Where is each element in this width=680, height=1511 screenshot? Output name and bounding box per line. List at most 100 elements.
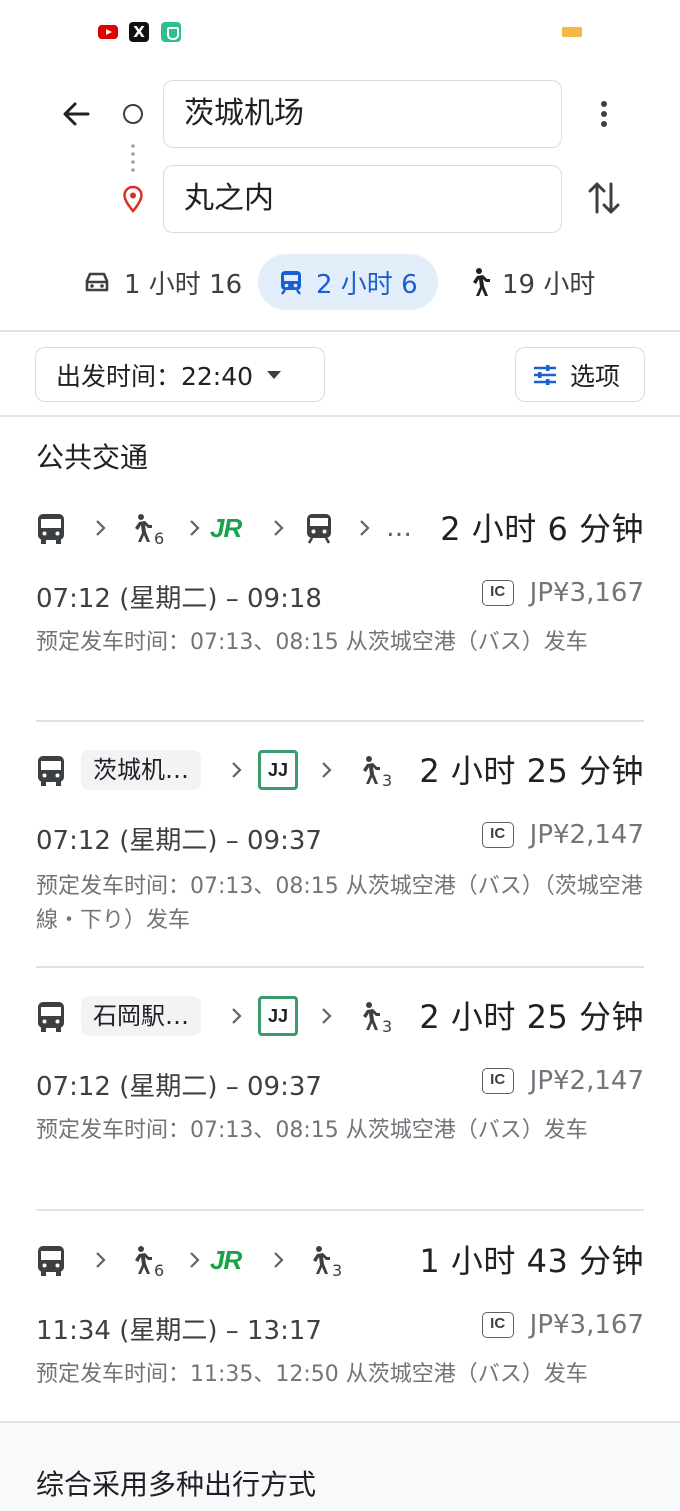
tune-icon	[534, 364, 556, 385]
route-schedule: 预定发车时间：07:13、08:15 从茨城空港（バス）发车	[36, 1118, 588, 1143]
route-card[interactable]: 6 JR 3 1 小时 43 分钟 11:34 (星期二) – 13:17 IC…	[0, 1230, 680, 1410]
swap-button[interactable]	[584, 176, 624, 220]
route-steps: 茨城机… JJ 3 2 小时 25 分钟	[36, 740, 644, 800]
swap-vert-icon	[588, 182, 620, 214]
walk-icon	[313, 1246, 330, 1274]
chevron-right-icon	[96, 520, 106, 536]
chevron-right-icon	[232, 1008, 242, 1024]
walk-icon	[473, 268, 490, 296]
divider	[0, 415, 680, 417]
section-title-mixed: 综合采用多种出行方式	[36, 1468, 317, 1501]
route-card[interactable]: 茨城机… JJ 3 2 小时 25 分钟 07:12 (星期二) – 09:37…	[0, 740, 680, 966]
tab-transit-label: 2 小时 6	[316, 269, 418, 300]
battery-icon	[562, 27, 582, 37]
destination-input[interactable]: 丸之内	[163, 165, 562, 233]
route-duration: 2 小时 25 分钟	[419, 752, 644, 790]
divider	[36, 720, 644, 722]
walk-step: 3	[356, 740, 392, 800]
jr-line-badge: JR	[210, 1230, 242, 1290]
more-steps-ellipsis: …	[386, 513, 412, 543]
train-icon	[304, 498, 334, 558]
chevron-right-icon	[322, 762, 332, 778]
walk-step: 6	[128, 498, 164, 558]
youtube-icon	[98, 25, 118, 39]
car-icon	[85, 272, 109, 292]
origin-circle-icon	[123, 104, 143, 124]
options-label: 选项	[570, 361, 621, 391]
more-vert-icon	[601, 101, 607, 127]
depart-time-dropdown[interactable]: 出发时间：22:40	[35, 347, 325, 402]
route-duration: 2 小时 25 分钟	[419, 998, 644, 1036]
walk-icon	[363, 756, 380, 784]
bus-icon	[36, 1230, 66, 1290]
route-duration: 2 小时 6 分钟	[440, 510, 644, 548]
chevron-right-icon	[232, 762, 242, 778]
mixed-mode-section: 综合采用多种出行方式	[0, 1421, 680, 1511]
chevron-right-icon	[360, 520, 370, 536]
tab-drive-label: 1 小时 16	[124, 269, 243, 300]
walk-minutes: 6	[154, 529, 165, 548]
chevron-right-icon	[274, 520, 284, 536]
route-schedule: 预定发车时间：07:13、08:15 从茨城空港（バス）发车	[36, 630, 588, 655]
route-duration: 1 小时 43 分钟	[419, 1242, 644, 1280]
route-card[interactable]: 石岡駅… JJ 3 2 小时 25 分钟 07:12 (星期二) – 09:37…	[0, 986, 680, 1208]
route-times: 07:12 (星期二) – 09:18	[36, 584, 322, 614]
travel-mode-tabs: 1 小时 16 2 小时 6 19 小时	[0, 254, 680, 312]
route-times: 07:12 (星期二) – 09:37	[36, 1072, 322, 1102]
walk-icon	[135, 514, 152, 542]
walk-minutes: 3	[382, 1017, 393, 1036]
fare-amount: JP¥2,147	[529, 820, 644, 850]
bus-icon	[36, 498, 66, 558]
status-bar: X	[0, 0, 680, 64]
chevron-right-icon	[190, 520, 200, 536]
route-times: 11:34 (星期二) – 13:17	[36, 1316, 322, 1346]
ic-card-icon: IC	[481, 822, 514, 848]
train-icon	[281, 271, 301, 295]
ic-card-icon: IC	[481, 580, 514, 606]
route-card[interactable]: 6 JR … 2 小时 6 分钟 07:12 (星期二) – 09:18 IC …	[0, 498, 680, 720]
divider	[36, 1209, 644, 1211]
tab-transit[interactable]: 2 小时 6	[258, 254, 438, 310]
walk-icon	[363, 1002, 380, 1030]
jj-line-badge: JJ	[258, 986, 298, 1046]
route-fare: IC JP¥3,167	[481, 1310, 644, 1340]
origin-input[interactable]: 茨城机场	[163, 80, 562, 148]
bus-line-chip: 茨城机…	[81, 740, 201, 800]
route-steps: 石岡駅… JJ 3 2 小时 25 分钟	[36, 986, 644, 1046]
walk-icon	[135, 1246, 152, 1274]
fare-amount: JP¥2,147	[529, 1066, 644, 1096]
shield-icon	[161, 22, 181, 42]
bus-icon	[36, 740, 66, 800]
walk-step: 3	[306, 1230, 342, 1290]
x-app-icon: X	[129, 22, 149, 42]
tab-walk[interactable]: 19 小时	[456, 254, 616, 310]
route-fare: IC JP¥2,147	[481, 1066, 644, 1096]
bus-icon	[36, 986, 66, 1046]
route-times: 07:12 (星期二) – 09:37	[36, 826, 322, 856]
chevron-right-icon	[190, 1252, 200, 1268]
route-schedule: 预定发车时间：07:13、08:15 从茨城空港（バス）（茨城空港線・下り）发车	[36, 874, 643, 933]
section-title-transit: 公共交通	[36, 441, 149, 474]
route-connector-dots	[131, 142, 135, 172]
route-fare: IC JP¥2,147	[481, 820, 644, 850]
route-fare: IC JP¥3,167	[481, 578, 644, 608]
ic-card-icon: IC	[481, 1068, 514, 1094]
fare-amount: JP¥3,167	[529, 1310, 644, 1340]
jr-logo: JR	[210, 512, 242, 543]
tab-drive[interactable]: 1 小时 16	[74, 254, 250, 310]
walk-step: 6	[128, 1230, 164, 1290]
back-button[interactable]	[56, 94, 96, 134]
options-button[interactable]: 选项	[515, 347, 645, 402]
bus-line-chip: 石岡駅…	[81, 986, 201, 1046]
location-pin-icon	[121, 185, 145, 213]
walk-minutes: 6	[154, 1261, 165, 1280]
divider	[0, 330, 680, 332]
more-options-button[interactable]	[586, 96, 622, 132]
route-schedule: 预定发车时间：11:35、12:50 从茨城空港（バス）发车	[36, 1362, 588, 1387]
jj-line-badge: JJ	[258, 740, 298, 800]
arrow-left-icon	[63, 102, 90, 126]
route-steps: 6 JR 3 1 小时 43 分钟	[36, 1230, 644, 1290]
tab-walk-label: 19 小时	[502, 269, 596, 300]
chevron-right-icon	[322, 1008, 332, 1024]
walk-minutes: 3	[332, 1261, 343, 1280]
